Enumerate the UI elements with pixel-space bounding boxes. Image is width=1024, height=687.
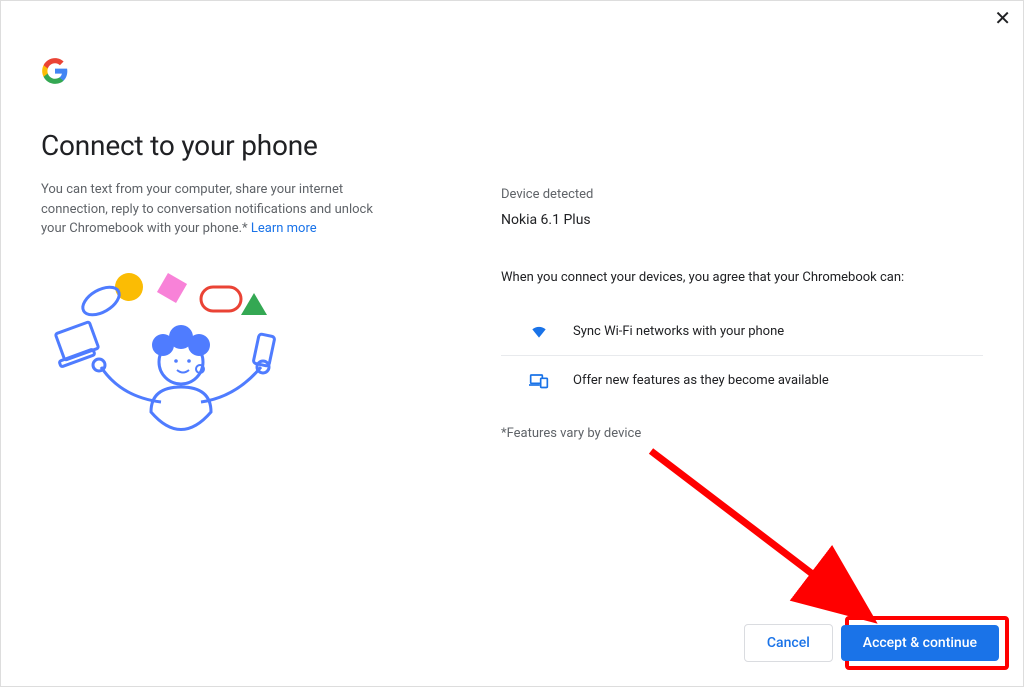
close-icon[interactable]: ✕ — [994, 9, 1011, 29]
person-juggling-icon — [41, 267, 301, 447]
google-logo-icon — [41, 57, 69, 85]
device-detected-label: Device detected — [501, 187, 983, 202]
feature-text: Sync Wi-Fi networks with your phone — [573, 324, 784, 339]
feature-text: Offer new features as they become availa… — [573, 373, 829, 388]
wifi-icon — [529, 321, 549, 341]
annotation-arrow-icon — [641, 441, 901, 641]
cancel-button[interactable]: Cancel — [744, 624, 833, 662]
page-title: Connect to your phone — [41, 129, 441, 162]
dialog-footer: Cancel Accept & continue — [744, 624, 999, 662]
subtitle-text: You can text from your computer, share y… — [41, 182, 373, 236]
feature-item: Offer new features as they become availa… — [501, 356, 983, 404]
agreement-intro: When you connect your devices, you agree… — [501, 270, 983, 285]
dialog-content: Connect to your phone You can text from … — [1, 1, 1023, 451]
devices-icon — [529, 370, 549, 390]
left-panel: Connect to your phone You can text from … — [41, 57, 441, 451]
accept-continue-button[interactable]: Accept & continue — [841, 625, 999, 661]
features-footnote: *Features vary by device — [501, 426, 983, 441]
page-subtitle: You can text from your computer, share y… — [41, 180, 401, 239]
device-name: Nokia 6.1 Plus — [501, 212, 983, 228]
feature-list: Sync Wi-Fi networks with your phone Offe… — [501, 307, 983, 404]
feature-item: Sync Wi-Fi networks with your phone — [501, 307, 983, 356]
learn-more-link[interactable]: Learn more — [251, 221, 317, 236]
right-panel: Device detected Nokia 6.1 Plus When you … — [501, 57, 983, 451]
